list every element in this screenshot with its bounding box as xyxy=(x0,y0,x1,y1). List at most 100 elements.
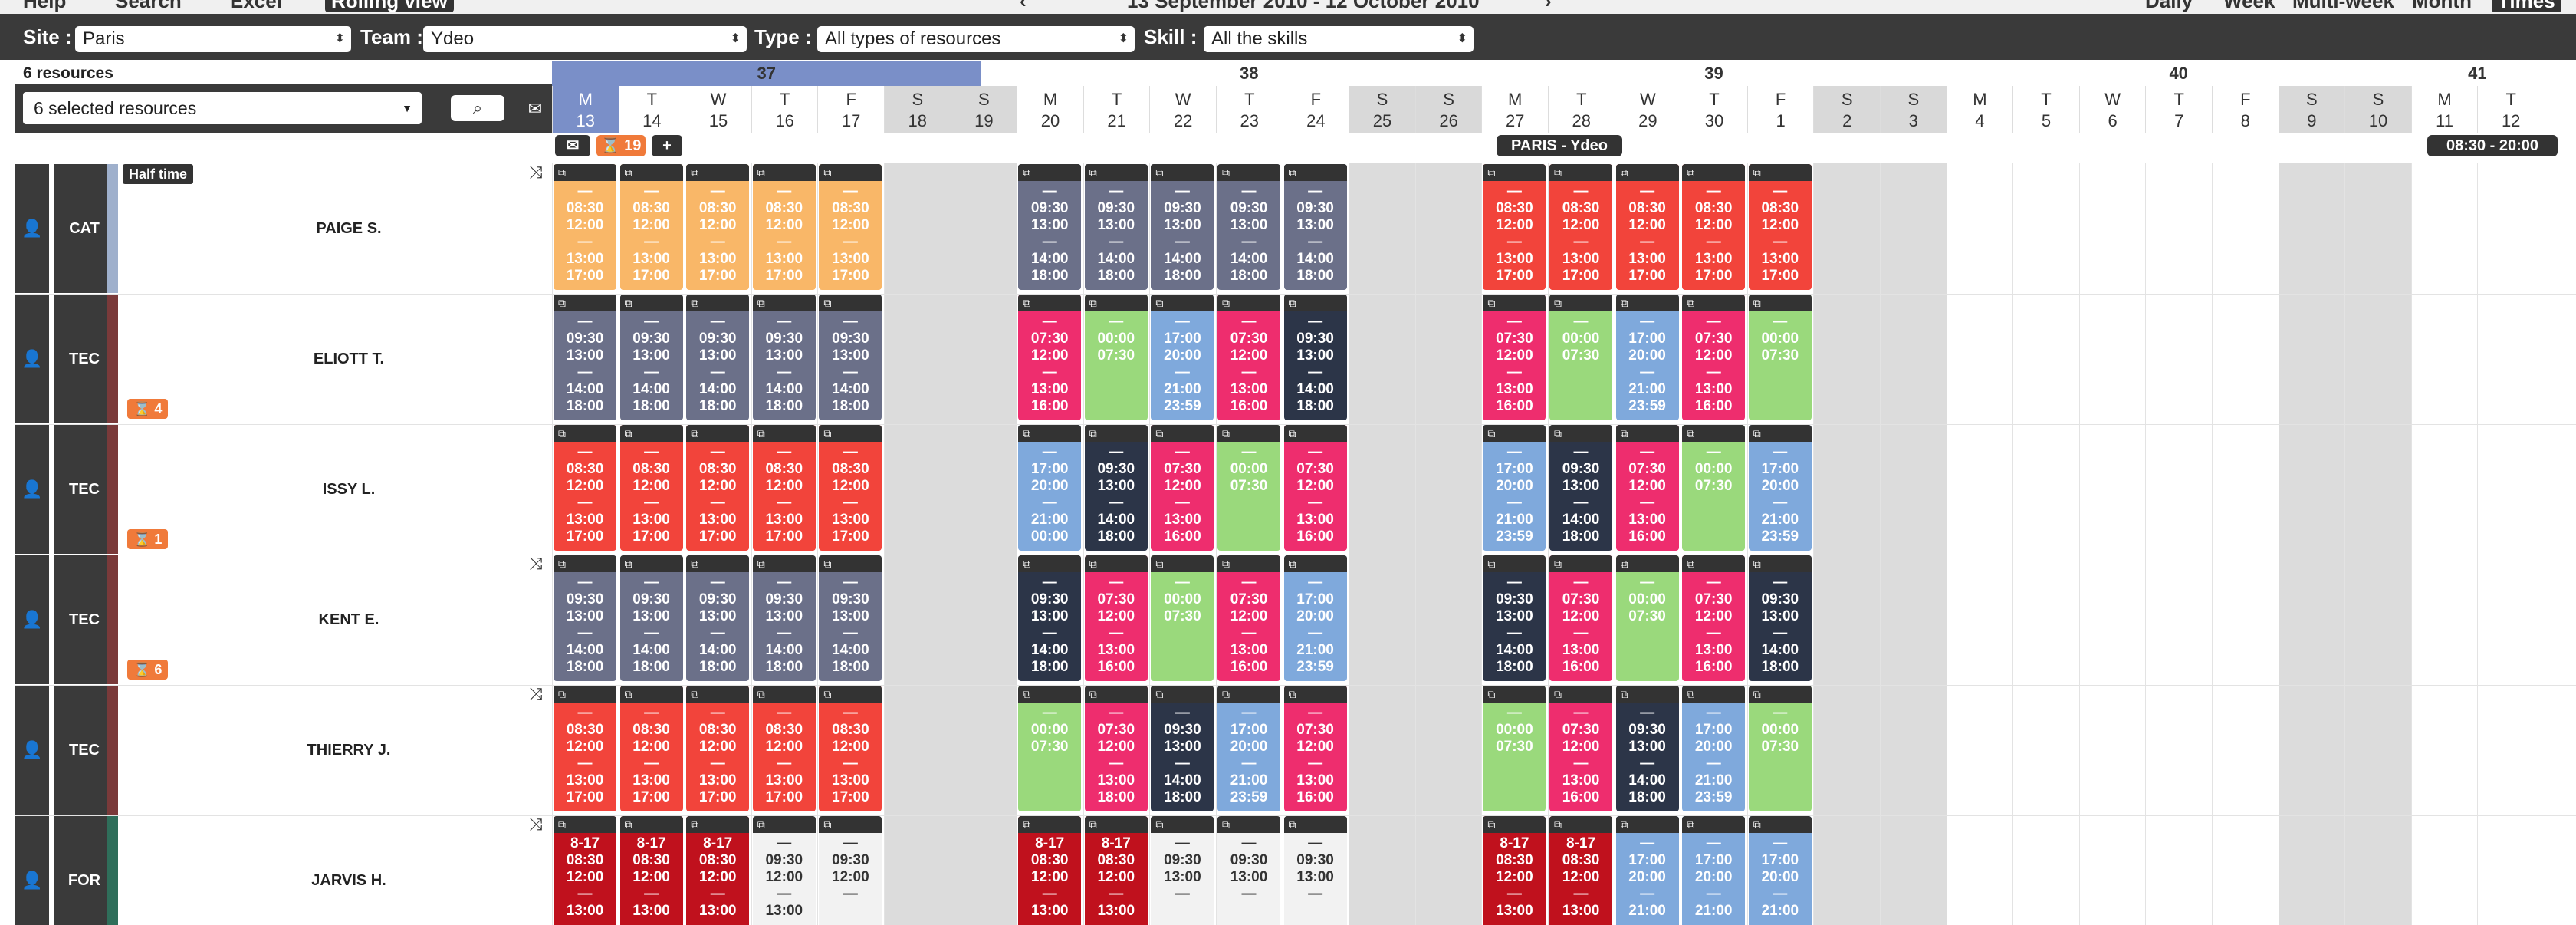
shift-edit-icon[interactable]: ⧉ xyxy=(686,295,750,311)
shift-card[interactable]: ⧉ —09:30 13:00—14:00 18:00 xyxy=(1615,686,1679,811)
shift-card[interactable]: ⧉ —08:30 12:00—13:00 17:00 xyxy=(686,686,750,811)
view-daily[interactable]: Daily xyxy=(2145,0,2193,12)
search-link[interactable]: Search xyxy=(115,0,182,12)
shift-edit-icon[interactable]: ⧉ xyxy=(1748,164,1812,181)
shift-card[interactable]: ⧉ —17:00 20:00—21:00 xyxy=(1682,816,1746,925)
day-header[interactable]: W6 xyxy=(2078,86,2146,133)
shift-edit-icon[interactable]: ⧉ xyxy=(619,686,683,703)
shift-edit-icon[interactable]: ⧉ xyxy=(819,555,882,572)
resource-name[interactable]: JARVIS H. xyxy=(130,816,567,925)
shift-edit-icon[interactable]: ⧉ xyxy=(1151,686,1214,703)
shift-card[interactable]: ⧉ 8-17 08:30 12:00—13:00 xyxy=(1084,816,1148,925)
shift-edit-icon[interactable]: ⧉ xyxy=(1483,555,1546,572)
day-header[interactable]: T 23 xyxy=(1216,86,1283,133)
shift-edit-icon[interactable]: ⧉ xyxy=(1084,816,1148,833)
shift-card[interactable]: ⧉ —00:00 07:30 xyxy=(1151,555,1214,681)
day-header[interactable]: S2 xyxy=(1813,86,1880,133)
shuffle-icon[interactable]: ⤨ xyxy=(529,816,543,833)
shift-card[interactable]: ⧉ —08:30 12:00—13:00 17:00 xyxy=(1549,164,1612,290)
shift-card[interactable]: ⧉ —09:30 13:00—14:00 18:00 xyxy=(752,555,816,681)
shift-card[interactable]: ⧉ —09:30 13:00—14:00 18:00 xyxy=(1217,164,1280,290)
shift-card[interactable]: ⧉ —09:30 13:00—14:00 18:00 xyxy=(1084,164,1148,290)
alert-badge[interactable]: ⌛ 1 xyxy=(127,529,169,549)
shift-edit-icon[interactable]: ⧉ xyxy=(1748,686,1812,703)
shift-edit-icon[interactable]: ⧉ xyxy=(686,164,750,181)
shift-card[interactable]: ⧉ —09:30 13:00—14:00 18:00 xyxy=(1283,295,1347,420)
shift-card[interactable]: ⧉ —08:30 12:00—13:00 17:00 xyxy=(619,164,683,290)
shift-card[interactable]: ⧉ —17:00 20:00—21:00 xyxy=(1748,816,1812,925)
shift-edit-icon[interactable]: ⧉ xyxy=(686,686,750,703)
shift-card[interactable]: ⧉ —09:30 13:00— xyxy=(1283,816,1347,925)
shift-edit-icon[interactable]: ⧉ xyxy=(1615,555,1679,572)
shift-edit-icon[interactable]: ⧉ xyxy=(1217,686,1280,703)
shift-card[interactable]: ⧉ —07:30 12:00—13:00 16:00 xyxy=(1217,555,1280,681)
shift-card[interactable]: ⧉ 8-17 08:30 12:00—13:00 xyxy=(619,816,683,925)
shift-card[interactable]: ⧉ —09:30 13:00—14:00 18:00 xyxy=(1084,425,1148,551)
shift-card[interactable]: ⧉ —07:30 12:00—13:00 16:00 xyxy=(1018,295,1082,420)
shift-card[interactable]: ⧉ —09:30 13:00—14:00 18:00 xyxy=(1151,686,1214,811)
resource-name[interactable]: KENT E. xyxy=(130,555,567,684)
shift-card[interactable]: ⧉ —07:30 12:00—13:00 16:00 xyxy=(1283,686,1347,811)
day-header[interactable]: T7 xyxy=(2145,86,2212,133)
shift-card[interactable]: ⧉ —09:30 13:00—14:00 18:00 xyxy=(1748,555,1812,681)
person-icon[interactable]: 👤 xyxy=(15,295,49,423)
person-icon[interactable]: 👤 xyxy=(15,164,49,293)
shift-card[interactable]: ⧉ —00:00 07:30 xyxy=(1615,555,1679,681)
shift-card[interactable]: ⧉ —08:30 12:00—13:00 17:00 xyxy=(752,425,816,551)
shift-card[interactable]: ⧉ —09:30 13:00—14:00 18:00 xyxy=(686,295,750,420)
shift-card[interactable]: ⧉ 8-17 08:30 12:00—13:00 xyxy=(1549,816,1612,925)
shift-edit-icon[interactable]: ⧉ xyxy=(752,816,816,833)
shift-card[interactable]: ⧉ —17:00 20:00—21:00 23:59 xyxy=(1615,295,1679,420)
shift-edit-icon[interactable]: ⧉ xyxy=(752,295,816,311)
day-header[interactable]: W 15 xyxy=(685,86,751,133)
shift-edit-icon[interactable]: ⧉ xyxy=(1549,816,1612,833)
search-button[interactable]: ⌕ xyxy=(451,95,504,121)
shift-card[interactable]: ⧉ —08:30 12:00—13:00 17:00 xyxy=(752,164,816,290)
skill-select[interactable]: All the skills ⬍ xyxy=(1204,26,1474,52)
shift-card[interactable]: ⧉ —07:30 12:00—13:00 16:00 xyxy=(1151,425,1214,551)
next-arrow-icon[interactable]: › xyxy=(1545,0,1552,12)
shift-edit-icon[interactable]: ⧉ xyxy=(819,164,882,181)
shift-edit-icon[interactable]: ⧉ xyxy=(1151,425,1214,442)
shuffle-icon[interactable]: ⤨ xyxy=(529,555,543,572)
person-icon[interactable]: 👤 xyxy=(15,816,49,925)
shift-card[interactable]: ⧉ —08:30 12:00—13:00 17:00 xyxy=(554,164,616,290)
shift-edit-icon[interactable]: ⧉ xyxy=(686,425,750,442)
shift-card[interactable]: ⧉ —07:30 12:00—13:00 16:00 xyxy=(1084,555,1148,681)
day-header[interactable]: M 13 xyxy=(552,86,619,133)
view-month[interactable]: Month xyxy=(2412,0,2472,12)
day-header[interactable]: S 18 xyxy=(884,86,951,133)
shift-edit-icon[interactable]: ⧉ xyxy=(1217,164,1280,181)
shift-card[interactable]: ⧉ —09:30 13:00—14:00 18:00 xyxy=(752,295,816,420)
shift-edit-icon[interactable]: ⧉ xyxy=(1018,816,1082,833)
resource-name[interactable]: ISSY L. xyxy=(130,425,567,554)
day-header[interactable]: S 10 xyxy=(2344,86,2411,133)
shift-edit-icon[interactable]: ⧉ xyxy=(1483,425,1546,442)
shift-card[interactable]: ⧉ —09:30 13:00— xyxy=(1217,816,1280,925)
shift-card[interactable]: ⧉ —09:30 12:00— xyxy=(819,816,882,925)
shift-edit-icon[interactable]: ⧉ xyxy=(1682,816,1746,833)
shift-edit-icon[interactable]: ⧉ xyxy=(1018,555,1082,572)
shift-card[interactable]: ⧉ —08:30 12:00—13:00 17:00 xyxy=(619,686,683,811)
shift-card[interactable]: ⧉ —08:30 12:00—13:00 17:00 xyxy=(686,164,750,290)
shift-edit-icon[interactable]: ⧉ xyxy=(1549,686,1612,703)
resource-name[interactable]: THIERRY J. xyxy=(130,686,567,815)
shift-card[interactable]: ⧉ —08:30 12:00—13:00 17:00 xyxy=(1483,164,1546,290)
shift-card[interactable]: ⧉ —00:00 07:30 xyxy=(1682,425,1746,551)
shift-edit-icon[interactable]: ⧉ xyxy=(1549,425,1612,442)
day-header[interactable]: W 22 xyxy=(1149,86,1216,133)
shift-edit-icon[interactable]: ⧉ xyxy=(1615,425,1679,442)
day-header[interactable]: T 28 xyxy=(1548,86,1615,133)
shuffle-icon[interactable]: ⤨ xyxy=(529,164,543,181)
rolling-view-button[interactable]: Rolling view xyxy=(325,0,454,12)
shift-card[interactable]: ⧉ —00:00 07:30 xyxy=(1748,295,1812,420)
person-icon[interactable]: 👤 xyxy=(15,555,49,684)
day-header[interactable]: F8 xyxy=(2212,86,2279,133)
shift-card[interactable]: ⧉ —09:30 13:00—14:00 18:00 xyxy=(554,295,616,420)
shift-edit-icon[interactable]: ⧉ xyxy=(1217,425,1280,442)
shift-edit-icon[interactable]: ⧉ xyxy=(1549,295,1612,311)
shift-card[interactable]: ⧉ —08:30 12:00—13:00 17:00 xyxy=(554,686,616,811)
shift-card[interactable]: ⧉ —08:30 12:00—13:00 17:00 xyxy=(1748,164,1812,290)
shift-edit-icon[interactable]: ⧉ xyxy=(752,164,816,181)
shift-card[interactable]: ⧉ —07:30 12:00—13:00 16:00 xyxy=(1483,295,1546,420)
